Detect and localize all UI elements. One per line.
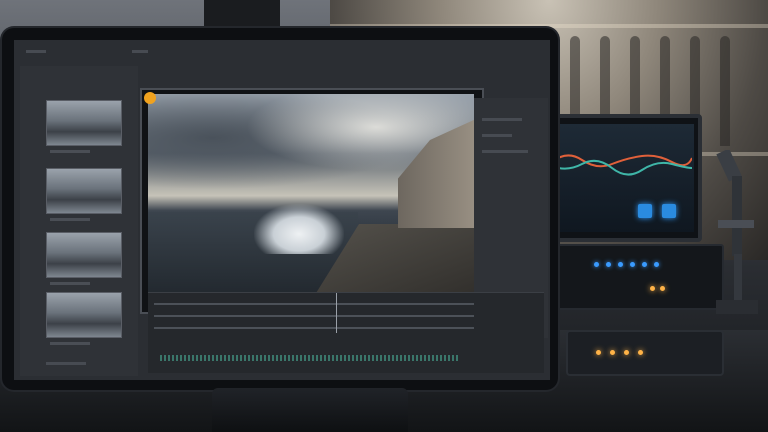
status-tile-icon xyxy=(638,204,652,218)
crashing-wave xyxy=(254,204,344,254)
clip-label xyxy=(50,218,90,221)
menu-bar xyxy=(26,50,46,53)
scene xyxy=(0,0,768,432)
clip-thumbnail[interactable] xyxy=(46,168,122,214)
playhead[interactable] xyxy=(336,293,337,333)
led-icon xyxy=(642,262,647,267)
menu-bar xyxy=(132,50,148,53)
monitor-stand xyxy=(212,388,408,432)
secondary-monitor-screen xyxy=(546,124,694,232)
preview-image xyxy=(148,94,474,306)
led-icon xyxy=(638,350,643,355)
status-tile-icon xyxy=(662,204,676,218)
secondary-monitor xyxy=(538,114,702,242)
inspector-row xyxy=(482,150,528,153)
clip-label xyxy=(50,282,90,285)
led-icon xyxy=(594,262,599,267)
led-icon xyxy=(618,262,623,267)
led-icon xyxy=(654,262,659,267)
circle-badge-icon[interactable] xyxy=(144,92,156,104)
desk-device xyxy=(566,330,724,376)
clip-label xyxy=(50,150,90,153)
clip-thumbnail[interactable] xyxy=(46,232,122,278)
bin-controls[interactable] xyxy=(46,362,86,365)
window xyxy=(720,36,730,146)
clip-label xyxy=(50,342,90,345)
rack-unit xyxy=(552,244,724,310)
led-icon xyxy=(630,262,635,267)
led-icon xyxy=(610,350,615,355)
clip-thumbnail[interactable] xyxy=(46,292,122,338)
waveform-graph xyxy=(552,154,692,176)
preview-viewer[interactable] xyxy=(140,88,484,314)
microscope-icon xyxy=(716,150,758,314)
timeline-track[interactable] xyxy=(154,315,474,317)
led-icon xyxy=(660,286,665,291)
led-icon xyxy=(624,350,629,355)
led-icon xyxy=(650,286,655,291)
clip-thumbnail[interactable] xyxy=(46,100,122,146)
timeline-track[interactable] xyxy=(154,303,474,305)
inspector-row xyxy=(482,134,512,137)
timeline[interactable] xyxy=(148,292,544,373)
led-icon xyxy=(606,262,611,267)
led-icon xyxy=(596,350,601,355)
timeline-track[interactable] xyxy=(154,327,474,329)
media-bin xyxy=(20,66,138,376)
inspector-row xyxy=(482,118,522,121)
audio-waveform xyxy=(160,355,460,361)
